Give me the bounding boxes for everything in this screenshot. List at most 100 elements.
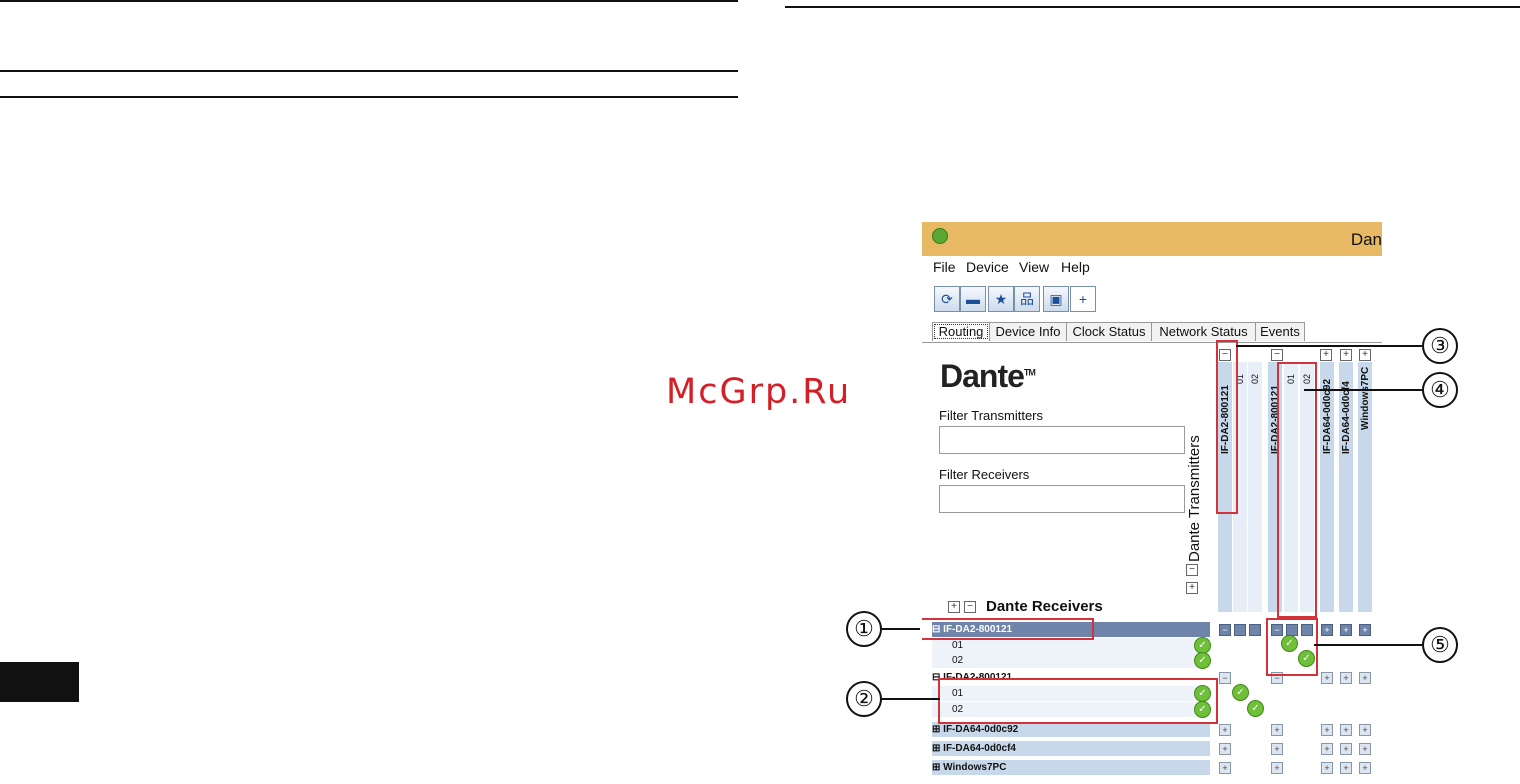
rx-1-ch02-status-icon: ✓ — [1194, 652, 1211, 669]
dante-logo-text: Dante — [940, 358, 1025, 394]
rx-row-5[interactable]: ⊞ Windows7PC — [932, 760, 1210, 775]
cell-r2-t1[interactable]: − — [1219, 672, 1231, 684]
cell-r1-t1[interactable]: − — [1219, 624, 1231, 636]
filter-receivers-input[interactable] — [939, 485, 1185, 513]
cell-r3-t4[interactable]: + — [1340, 724, 1352, 736]
filter-transmitters-input[interactable] — [939, 426, 1185, 454]
leader-3 — [1236, 345, 1422, 347]
callout-1: ① — [846, 611, 882, 647]
rx-3-expand-icon[interactable]: ⊞ — [932, 724, 940, 735]
top-rule-right — [785, 6, 1520, 8]
monitor-icon[interactable]: ▣ — [1043, 286, 1069, 312]
callout-3: ③ — [1422, 328, 1458, 364]
rx-1-ch02: 02 — [952, 655, 964, 666]
rx-4-expand-icon[interactable]: ⊞ — [932, 743, 940, 754]
cell-r3-t3[interactable]: + — [1321, 724, 1333, 736]
callout-5: ⑤ — [1422, 627, 1458, 663]
tx-1-ch02: 02 — [1250, 373, 1260, 384]
cell-r1-t1a[interactable] — [1234, 624, 1246, 636]
plus-icon[interactable]: + — [1070, 286, 1096, 312]
check-icon-r2-ch02[interactable]: ✓ — [1247, 700, 1264, 717]
cell-r2-t3[interactable]: + — [1321, 672, 1333, 684]
menu-device[interactable]: Device — [966, 259, 1009, 275]
tx-3-expand-icon[interactable]: + — [1320, 349, 1332, 361]
dante-logo-tm: TM — [1023, 367, 1036, 378]
highlight-1 — [922, 618, 1094, 640]
cell-r5-t1[interactable]: + — [1219, 762, 1231, 774]
tab-device-info[interactable]: Device Info — [989, 322, 1067, 341]
cell-r4-t2[interactable]: + — [1271, 743, 1283, 755]
dante-receivers-label: Dante Receivers — [986, 598, 1103, 615]
tx-column-1-ch02 — [1248, 362, 1262, 612]
dante-transmitters-label: Dante Transmitters — [1186, 435, 1203, 562]
title-bar: Dan — [922, 222, 1382, 256]
star-icon[interactable]: ★ — [988, 286, 1014, 312]
rule-left-2 — [0, 96, 738, 98]
highlight-2 — [938, 678, 1218, 724]
cell-r3-t2[interactable]: + — [1271, 724, 1283, 736]
top-rule-left — [0, 0, 738, 2]
cell-r1-t5[interactable]: + — [1359, 624, 1371, 636]
folder-icon[interactable]: ▬ — [960, 286, 986, 312]
highlight-4 — [1277, 362, 1317, 618]
page-tab-marker — [0, 662, 79, 702]
expand-receivers-icon[interactable]: + — [948, 601, 960, 613]
tab-events[interactable]: Events — [1255, 322, 1305, 341]
rx-row-3[interactable]: ⊞ IF-DA64-0d0c92 — [932, 722, 1210, 737]
leader-1 — [880, 628, 920, 630]
filter-receivers-label: Filter Receivers — [939, 467, 1030, 482]
cell-r1-t3[interactable]: + — [1321, 624, 1333, 636]
cell-r4-t5[interactable]: + — [1359, 743, 1371, 755]
collapse-receivers-icon[interactable]: − — [964, 601, 976, 613]
cell-r5-t3[interactable]: + — [1321, 762, 1333, 774]
rx-1-ch02-row: 02 — [932, 653, 1210, 668]
cell-r4-t4[interactable]: + — [1340, 743, 1352, 755]
tx-5-expand-icon[interactable]: + — [1359, 349, 1371, 361]
leader-4 — [1304, 389, 1422, 391]
tx-4-name: IF-DA64-0d0cf4 — [1341, 381, 1352, 454]
cell-r4-t3[interactable]: + — [1321, 743, 1333, 755]
network-icon[interactable]: 品 — [1014, 286, 1040, 312]
cell-r3-t5[interactable]: + — [1359, 724, 1371, 736]
toolbar: ⟳ ▬ ★ 品 ▣ + — [922, 280, 1382, 318]
tab-clock-status[interactable]: Clock Status — [1066, 322, 1152, 341]
cell-r2-t5[interactable]: + — [1359, 672, 1371, 684]
rx-1-ch01-row: 01 — [932, 638, 1210, 653]
cell-r1-t1b[interactable] — [1249, 624, 1261, 636]
highlight-3 — [1216, 340, 1238, 514]
leader-5 — [1314, 644, 1422, 646]
rx-1-ch01: 01 — [952, 640, 964, 651]
check-icon-r2-ch01[interactable]: ✓ — [1232, 684, 1249, 701]
watermark: McGrp.Ru — [666, 372, 852, 412]
menu-help[interactable]: Help — [1061, 259, 1090, 275]
tab-strip: Routing Device Info Clock Status Network… — [922, 322, 1382, 343]
rx-5-name: Windows7PC — [943, 762, 1007, 773]
callout-2: ② — [846, 681, 882, 717]
tx-4-expand-icon[interactable]: + — [1340, 349, 1352, 361]
cell-r3-t1[interactable]: + — [1219, 724, 1231, 736]
menu-file[interactable]: File — [933, 259, 956, 275]
expand-transmitters-icon[interactable]: + — [1186, 582, 1198, 594]
refresh-icon[interactable]: ⟳ — [934, 286, 960, 312]
menu-view[interactable]: View — [1019, 259, 1049, 275]
dante-logo: DanteTM — [940, 358, 1036, 395]
tab-network-status[interactable]: Network Status — [1151, 322, 1256, 341]
rule-left-1 — [0, 70, 738, 72]
cell-r5-t2[interactable]: + — [1271, 762, 1283, 774]
app-icon — [932, 228, 948, 244]
callout-4: ④ — [1422, 372, 1458, 408]
cell-r4-t1[interactable]: + — [1219, 743, 1231, 755]
cell-r1-t4[interactable]: + — [1340, 624, 1352, 636]
rx-row-4[interactable]: ⊞ IF-DA64-0d0cf4 — [932, 741, 1210, 756]
collapse-transmitters-icon[interactable]: − — [1186, 564, 1198, 576]
rx-5-expand-icon[interactable]: ⊞ — [932, 762, 940, 773]
tx-2-collapse-icon[interactable]: − — [1271, 349, 1283, 361]
leader-2 — [880, 698, 940, 700]
cell-r5-t5[interactable]: + — [1359, 762, 1371, 774]
dante-controller-window: Dan File Device View Help ⟳ ▬ ★ 品 ▣ + Ro… — [922, 222, 1382, 784]
tab-routing[interactable]: Routing — [932, 322, 990, 341]
cell-r2-t4[interactable]: + — [1340, 672, 1352, 684]
window-title: Dan — [1350, 230, 1382, 249]
filter-transmitters-label: Filter Transmitters — [939, 408, 1044, 423]
cell-r5-t4[interactable]: + — [1340, 762, 1352, 774]
